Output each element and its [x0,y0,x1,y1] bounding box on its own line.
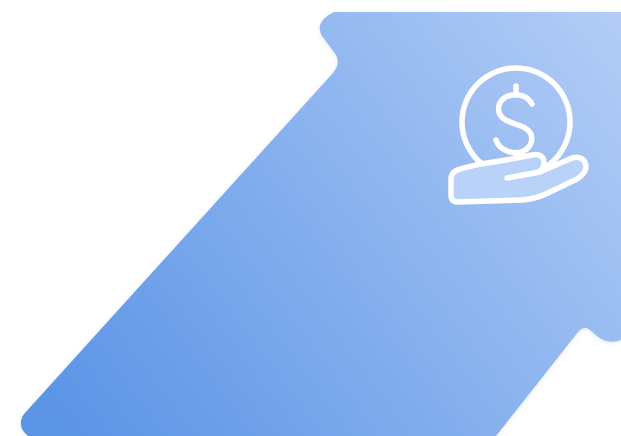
illustration-canvas [0,0,621,436]
illustration-svg [20,12,621,436]
up-arrow-shape [20,12,621,436]
